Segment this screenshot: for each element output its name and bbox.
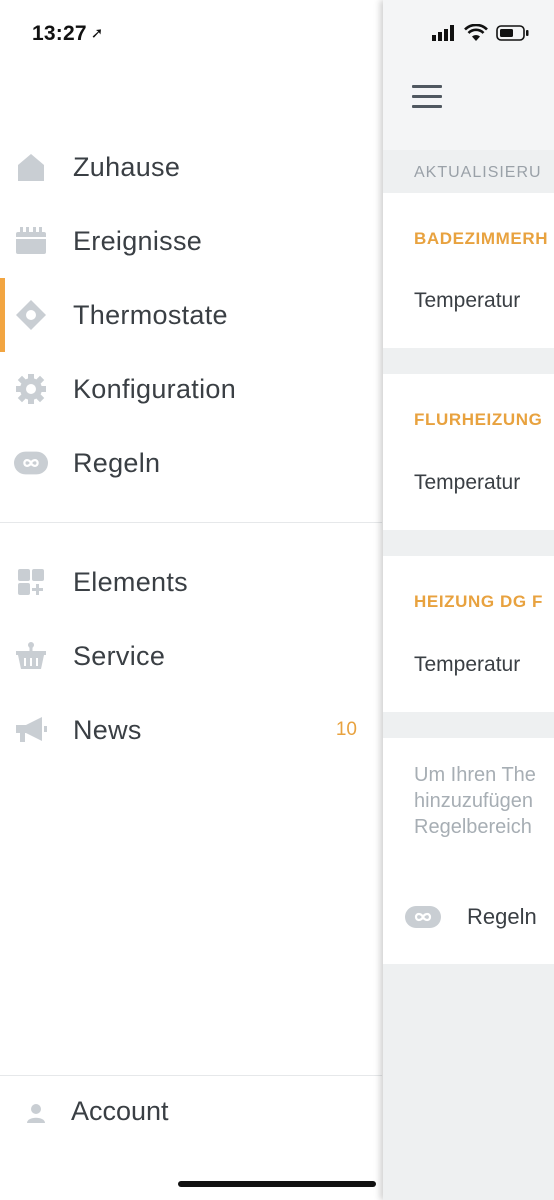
section-label: AKTUALISIERU (414, 164, 542, 181)
main-content: AKTUALISIERU BADEZIMMERH Temperatur FLUR… (383, 0, 554, 1200)
nav-item-label: Service (73, 640, 166, 671)
wifi-icon (464, 24, 488, 41)
thermostat-card[interactable]: BADEZIMMERH Temperatur (383, 193, 554, 348)
home-indicator (178, 1181, 376, 1187)
info-line: hinzuzufügen (414, 790, 533, 812)
elements-grid-icon (14, 566, 48, 598)
nav-item-label: Regeln (73, 447, 161, 478)
nav-item-zuhause[interactable]: Zuhause (0, 137, 382, 197)
thermostat-card-title: BADEZIMMERH (414, 229, 549, 248)
person-icon (22, 1099, 50, 1127)
nav-item-konfiguration[interactable]: Konfiguration (0, 359, 382, 419)
megaphone-icon (14, 714, 48, 746)
nav-item-label: News (73, 714, 142, 745)
menu-button[interactable] (412, 85, 442, 109)
temperature-row-label: Temperatur (414, 653, 521, 676)
menu-icon-line (412, 105, 442, 108)
info-line: Um Ihren The (414, 764, 536, 786)
drawer-bottom-divider (0, 1075, 382, 1076)
thermostat-card[interactable]: HEIZUNG DG F Temperatur (383, 556, 554, 712)
nav-item-label: Ereignisse (73, 225, 203, 256)
nav-item-elements[interactable]: Elements (0, 552, 382, 612)
account-label: Account (71, 1096, 169, 1126)
nav-item-label: Konfiguration (73, 373, 237, 404)
nav-item-label: Zuhause (73, 151, 181, 182)
news-count-badge: 10 (335, 719, 357, 740)
nav-item-news[interactable]: News 10 (0, 700, 382, 760)
gear-icon (14, 373, 48, 405)
active-indicator (0, 278, 5, 352)
home-icon (14, 151, 48, 183)
menu-icon-line (412, 85, 442, 88)
rules-info-text: Um Ihren The hinzuzufügen Regelbereich (414, 762, 554, 840)
location-arrow-icon: ➚ (90, 25, 104, 42)
status-icons (432, 24, 530, 42)
thermostat-card-title: HEIZUNG DG F (414, 592, 544, 611)
nav-item-account[interactable]: Account (0, 1083, 382, 1143)
infinity-icon (14, 447, 48, 479)
thermostat-card-title: FLURHEIZUNG (414, 410, 543, 429)
battery-icon (496, 25, 529, 41)
thermostat-card[interactable]: FLURHEIZUNG Temperatur (383, 374, 554, 530)
rules-link[interactable]: Regeln (405, 896, 554, 940)
drawer-divider (0, 522, 382, 523)
calendar-icon (14, 225, 48, 257)
nav-item-label: Elements (73, 566, 188, 597)
top-bar (383, 0, 554, 150)
thermostat-icon (14, 299, 48, 331)
menu-icon-line (412, 95, 442, 98)
info-line: Regelbereich (414, 816, 532, 838)
basket-icon (14, 640, 48, 672)
nav-item-thermostate[interactable]: Thermostate (0, 278, 382, 352)
infinity-icon (405, 906, 441, 928)
temperature-row-label: Temperatur (414, 289, 521, 312)
status-time: 13:27 ➚ (32, 22, 104, 46)
temperature-row-label: Temperatur (414, 471, 521, 494)
status-time-text: 13:27 (32, 22, 87, 45)
nav-item-label: Thermostate (73, 299, 228, 330)
cellular-signal-icon (432, 25, 454, 41)
nav-item-service[interactable]: Service (0, 626, 382, 686)
rules-link-label: Regeln (467, 904, 537, 929)
nav-item-ereignisse[interactable]: Ereignisse (0, 211, 382, 271)
navigation-drawer: 13:27 ➚ Zuhause Ereignisse Thermostate K… (0, 0, 382, 1200)
nav-item-regeln[interactable]: Regeln (0, 433, 382, 493)
